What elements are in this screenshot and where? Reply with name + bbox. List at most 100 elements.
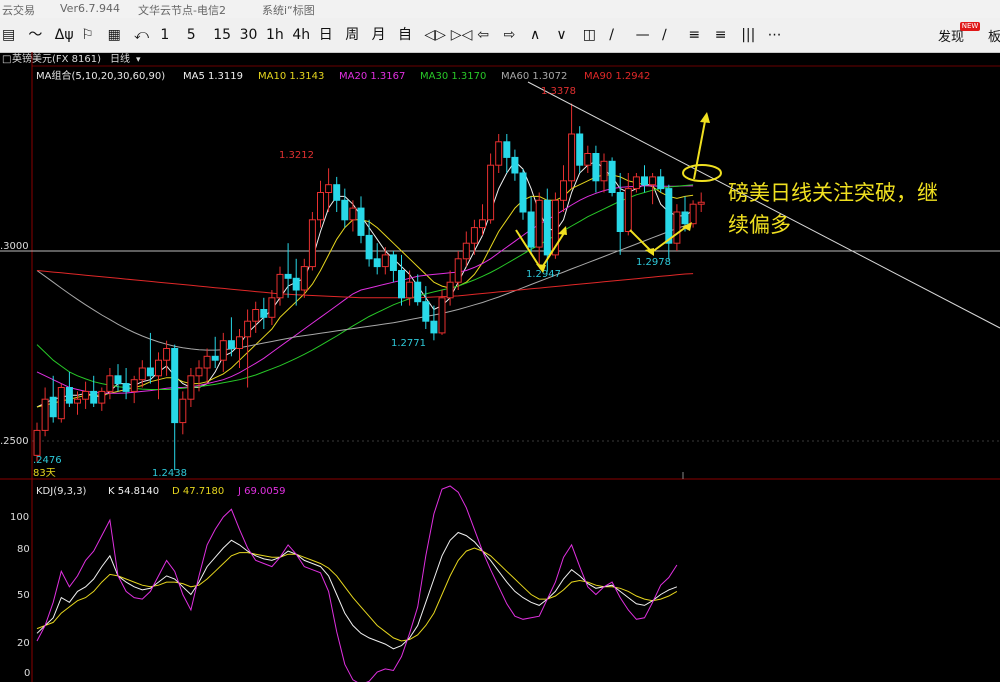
candle-body: [487, 164, 495, 221]
chevron-down-icon[interactable]: ▾: [136, 55, 141, 65]
toolbar-button[interactable]: |||: [741, 26, 755, 44]
toolbar-button[interactable]: ⚐: [81, 26, 94, 44]
candle-body: [373, 258, 381, 268]
toolbar-button[interactable]: ⇨: [504, 26, 516, 44]
toolbar-button[interactable]: ∨: [556, 26, 566, 44]
candle-body: [381, 254, 389, 268]
candle-body: [244, 320, 252, 338]
candle-body: [268, 297, 276, 318]
candle-body: [365, 234, 373, 260]
candle-body: [308, 219, 316, 268]
toolbar-button[interactable]: 周: [345, 26, 359, 44]
board-button[interactable]: 板: [988, 26, 1000, 45]
kdj-legend-item: D 47.7180: [172, 486, 224, 497]
y-axis-labels: .3000 .2500: [0, 241, 29, 447]
ma-line-MA10: [36, 174, 694, 408]
price-annotations: 1.3378 1.3212 1.2771 1.2947 1.2978 1.243…: [33, 86, 671, 479]
kdj-tick-label: 50: [17, 590, 30, 601]
toolbar-button[interactable]: ▦: [108, 26, 121, 44]
toolbar: ▤ 〜 Δψ ⚐ ▦ ⤺ 1 5 15 30 1h 4h 日周月自 ◁▷ ▷◁ ⇦ ⇨ ∧ ∨ ◫ / — ∕ ≡ ≡ ||| ⋯ …: [0, 18, 1000, 53]
arrowhead: [558, 226, 567, 235]
candle-body: [130, 379, 138, 392]
candle-body: [341, 199, 349, 221]
toolbar-button[interactable]: /: [609, 26, 614, 44]
candle-body: [33, 429, 41, 456]
ma-legend-item: MA90 1.2942: [584, 71, 650, 82]
ma-legend: MA组合(5,10,20,30,60,90) MA5 1.3119 MA10 1.3…: [36, 69, 650, 82]
annotation-line-1: 磅美日线关注突破，继: [728, 181, 938, 205]
candle-body: [195, 367, 203, 377]
candle-body: [454, 258, 462, 283]
kdj-line-K: [36, 531, 678, 650]
toolbar-button[interactable]: ∧: [530, 26, 540, 44]
instrument-header: □ 英镑美元(FX 8161) 日线 ▾: [2, 52, 141, 65]
toolbar-button[interactable]: 4h: [292, 26, 310, 44]
toolbar-button[interactable]: 日: [319, 26, 333, 44]
candle-body: [657, 176, 665, 190]
toolbar-button[interactable]: 月: [372, 26, 386, 44]
trendline: [527, 81, 1000, 329]
toolbar-button[interactable]: ⇦: [477, 26, 489, 44]
kdj-legend-item: K 54.8140: [108, 486, 159, 497]
toolbar-button[interactable]: ⋯: [768, 26, 782, 44]
candle-body: [673, 211, 681, 244]
toolbar-button[interactable]: 5: [187, 26, 196, 44]
toolbar-button[interactable]: ◫: [583, 26, 596, 44]
candle-body: [665, 188, 673, 244]
arrow-up-breakout: [693, 115, 707, 180]
candle-body: [227, 340, 235, 350]
toolbar-button[interactable]: ∕: [662, 26, 667, 44]
candle-body: [592, 153, 600, 182]
ma-legend-item: MA30 1.3170: [420, 71, 486, 82]
toolbar-button[interactable]: 〜: [28, 26, 42, 44]
app-version: Ver6.7.944: [60, 2, 120, 15]
candle-body: [495, 141, 503, 166]
title-bar: 云交易 Ver6.7.944 文华云节点-电信2 系统i“标图: [0, 0, 1000, 18]
toolbar-button[interactable]: ▤: [2, 26, 15, 44]
chart-area[interactable]: □ 英镑美元(FX 8161) 日线 ▾ MA组合(5,10,20,30,60,…: [0, 52, 1000, 682]
ma-line-MA30: [36, 184, 694, 390]
toolbar-button[interactable]: 自: [398, 26, 412, 44]
toolbar-button[interactable]: ▷◁: [451, 26, 473, 44]
candle-body: [292, 277, 300, 291]
candle-body: [65, 387, 73, 404]
candle-body: [632, 176, 640, 190]
ma-line-MA60: [36, 222, 694, 351]
toolbar-button[interactable]: 15: [213, 26, 231, 44]
toolbar-button[interactable]: 30: [240, 26, 258, 44]
kdj-legend-item: KDJ(9,3,3): [36, 486, 87, 497]
candle-body: [276, 273, 284, 299]
candle-body: [616, 192, 624, 232]
candle-body: [681, 211, 689, 225]
arrowhead: [645, 248, 654, 256]
annotation-line-2: 续偏多: [728, 213, 791, 237]
candle-body: [260, 309, 268, 318]
candle-body: [519, 172, 527, 213]
candle-body: [82, 390, 90, 400]
candle-body: [527, 211, 535, 248]
candle-body: [398, 270, 405, 299]
toolbar-button[interactable]: —: [636, 26, 650, 44]
y-tick-label: .3000: [0, 241, 29, 252]
toolbar-button[interactable]: Δψ: [55, 26, 74, 44]
toolbar-button[interactable]: ≡: [688, 26, 700, 44]
candle-body: [357, 207, 365, 236]
toolbar-button[interactable]: ≡: [715, 26, 727, 44]
toolbar-button[interactable]: 1h: [266, 26, 284, 44]
candle-body: [462, 242, 470, 260]
kdj-line-D: [36, 547, 678, 642]
period-selector[interactable]: 日线: [110, 52, 130, 65]
toolbar-button[interactable]: ⤺: [134, 26, 149, 44]
ma-line-MA20: [36, 185, 694, 394]
candle-body: [600, 160, 608, 182]
candle-body: [163, 348, 171, 361]
label-low: 1.2438: [152, 468, 187, 479]
toolbar-button[interactable]: 1: [160, 26, 169, 44]
kdj-legend-item: J 69.0059: [237, 486, 285, 497]
system-menu[interactable]: 系统i“标图: [262, 2, 315, 18]
kdj-lines: [36, 485, 678, 682]
candle-body: [98, 390, 106, 404]
kdj-tick-label: 20: [17, 638, 30, 649]
toolbar-button[interactable]: ◁▷: [424, 26, 446, 44]
candle-body: [122, 383, 130, 392]
